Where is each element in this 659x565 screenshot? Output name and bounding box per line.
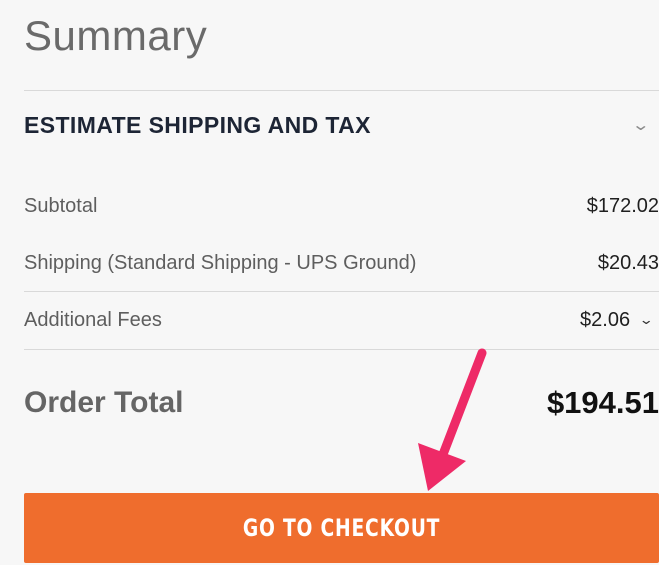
subtotal-value: $172.02 — [586, 194, 659, 217]
summary-title: Summary — [24, 12, 208, 59]
chevron-down-icon: ⌄ — [630, 117, 650, 134]
shipping-value: $20.43 — [597, 251, 659, 274]
subtotal-label: Subtotal — [24, 194, 98, 217]
order-total-label: Order Total — [24, 386, 184, 419]
additional-fees-row: Additional Fees $2.06 ⌄ — [24, 300, 659, 340]
estimate-shipping-tax-toggle[interactable]: ESTIMATE SHIPPING AND TAX ⌄ — [24, 92, 659, 158]
shipping-label: Shipping (Standard Shipping - UPS Ground… — [24, 251, 417, 274]
order-summary-panel: Summary ESTIMATE SHIPPING AND TAX ⌄ Subt… — [0, 0, 659, 565]
estimate-shipping-tax-label: ESTIMATE SHIPPING AND TAX — [24, 111, 371, 138]
divider — [24, 349, 659, 350]
checkout-button-label: GO TO CHECKOUT — [242, 514, 441, 542]
go-to-checkout-button[interactable]: GO TO CHECKOUT — [24, 493, 659, 563]
shipping-row: Shipping (Standard Shipping - UPS Ground… — [24, 243, 659, 283]
divider — [24, 291, 659, 292]
additional-fees-toggle[interactable]: $2.06 ⌄ — [580, 309, 659, 332]
chevron-down-icon: ⌄ — [638, 312, 654, 327]
additional-fees-value: $2.06 — [580, 308, 631, 331]
subtotal-row: Subtotal $172.02 — [24, 186, 659, 226]
order-total-value: $194.51 — [546, 385, 659, 420]
additional-fees-label: Additional Fees — [24, 308, 162, 331]
order-total-row: Order Total $194.51 — [24, 378, 659, 428]
divider — [24, 90, 659, 91]
